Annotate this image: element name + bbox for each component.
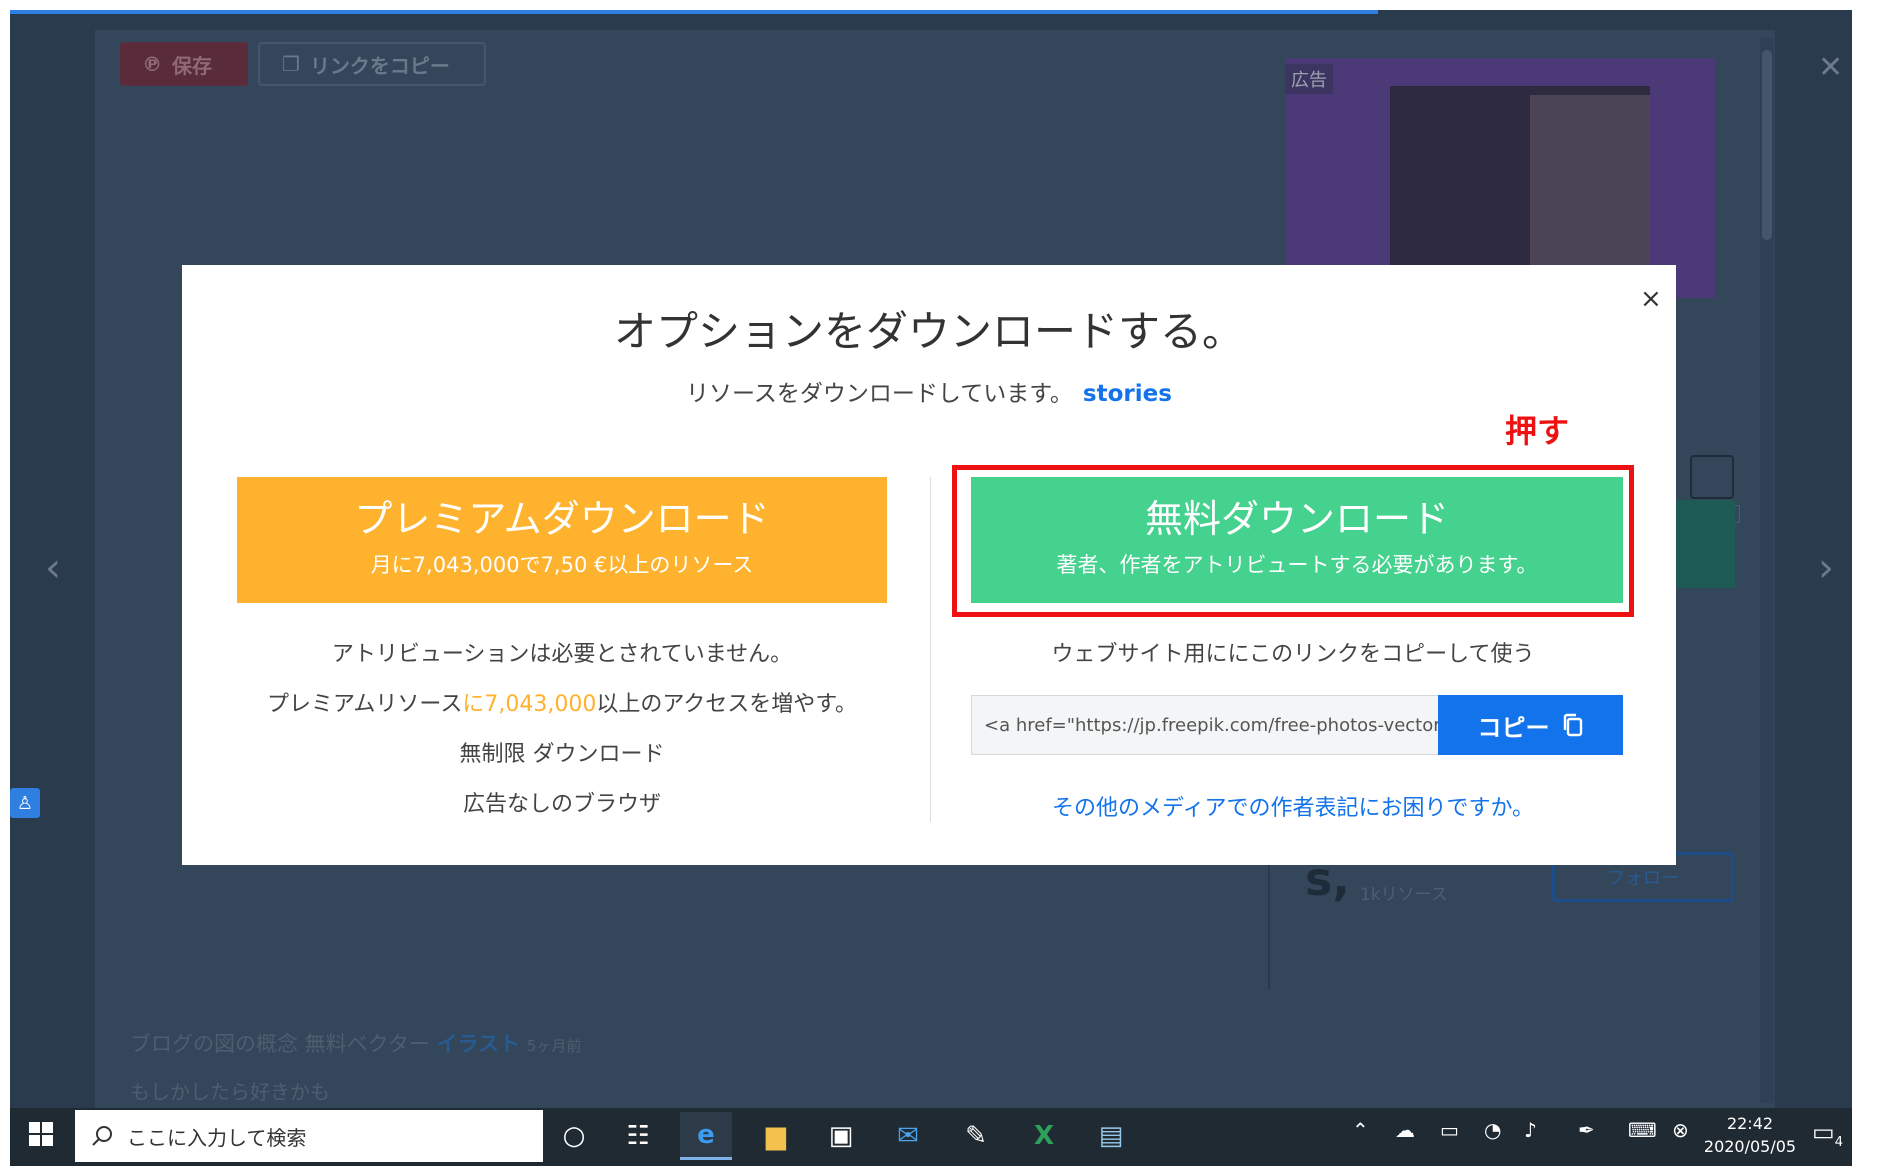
copy-link-note: ウェブサイト用ににこのリンクをコピーして使う	[1051, 642, 1535, 667]
copy-button[interactable]: コピー	[1438, 695, 1623, 755]
annotation-highlight-frame	[952, 465, 1634, 617]
notification-center-icon[interactable]: ▭4	[1812, 1118, 1843, 1150]
windows-logo-icon	[29, 1122, 53, 1146]
clock-date: 2020/05/05	[1703, 1137, 1797, 1156]
premium-download-button[interactable]: プレミアムダウンロード 月に7,043,000で7,50 €以上のリソース	[237, 477, 887, 603]
file-explorer-icon[interactable]: ▆	[750, 1112, 802, 1160]
wifi-icon[interactable]: ◔	[1484, 1118, 1501, 1142]
volume-icon[interactable]: ♪	[1524, 1118, 1537, 1142]
resource-caption: ブログの図の概念 無料ベクター イラスト 5ヶ月前	[130, 1032, 582, 1056]
copy-icon: ❐	[282, 52, 300, 76]
notepad-icon[interactable]: ▤	[1085, 1112, 1137, 1160]
cortana-icon[interactable]: ○	[548, 1112, 600, 1160]
scrollbar-thumb[interactable]	[1762, 50, 1772, 240]
premium-download-subtitle: 月に7,043,000で7,50 €以上のリソース	[370, 553, 754, 577]
loading-progress-bar	[10, 10, 1378, 14]
user-icon[interactable]: ♙	[10, 788, 40, 818]
windows-start-button[interactable]	[10, 1108, 72, 1160]
store-icon[interactable]: ▣	[815, 1112, 867, 1160]
pen-icon[interactable]: ✒	[1578, 1118, 1595, 1142]
search-placeholder: ここに入力して検索	[127, 1125, 307, 1150]
ad-label: 広告	[1285, 64, 1333, 94]
paint-icon[interactable]: ✎	[950, 1112, 1002, 1160]
next-arrow-icon: ›	[1818, 545, 1834, 591]
mail-icon[interactable]: ✉	[882, 1112, 934, 1160]
taskbar-clock[interactable]: 22:42 2020/05/05	[1690, 1112, 1810, 1158]
pinterest-icon: ℗	[142, 52, 162, 76]
attribution-link-field[interactable]: <a href="https://jp.freepik.com/free-pho…	[971, 695, 1439, 755]
keyboard-icon[interactable]: ⌨	[1628, 1118, 1657, 1142]
prev-arrow-icon: ‹	[45, 545, 61, 591]
modal-title: オプションをダウンロードする。	[613, 307, 1244, 356]
excel-icon[interactable]: X	[1018, 1112, 1070, 1160]
premium-feature: 広告なしのブラウザ	[462, 792, 661, 817]
tray-expand-icon[interactable]: ⌃	[1352, 1118, 1369, 1142]
bg-close-icon: ✕	[1818, 50, 1844, 85]
premium-feature: アトリビューションは必要とされていません。	[331, 642, 793, 667]
onedrive-icon[interactable]: ☁	[1395, 1118, 1415, 1142]
modal-subtitle: リソースをダウンロードしています。 stories	[686, 381, 1172, 407]
copy-icon	[1563, 713, 1582, 737]
premium-feature: 無制限 ダウンロード	[459, 742, 665, 767]
search-icon	[92, 1126, 112, 1146]
edge-browser-icon[interactable]: e	[680, 1112, 732, 1160]
other-media-attribution-link[interactable]: その他のメディアでの作者表記にお困りですか。	[952, 790, 1634, 822]
premium-download-title: プレミアムダウンロード	[354, 497, 770, 541]
bg-save-button: ℗ 保存	[120, 42, 248, 86]
stories-link[interactable]: stories	[1083, 381, 1172, 407]
related-heading: もしかしたら好きかも	[130, 1080, 330, 1104]
taskbar-search-box[interactable]: ここに入力して検索	[75, 1110, 543, 1162]
clock-time: 22:42	[1726, 1114, 1774, 1133]
annotation-label: 押す	[1505, 412, 1570, 450]
column-divider	[930, 477, 931, 822]
close-circle-icon[interactable]: ⊗	[1672, 1118, 1689, 1142]
notification-count: 4	[1834, 1134, 1843, 1150]
comment-icon	[1690, 455, 1734, 499]
task-view-icon[interactable]: ☷	[612, 1112, 664, 1160]
author-resources: 1kリソース	[1360, 885, 1448, 905]
battery-icon[interactable]: ▭	[1440, 1118, 1459, 1142]
bg-copy-link-button: ❐ リンクをコピー	[258, 42, 486, 86]
premium-feature: プレミアムリソースに7,043,000以上のアクセスを増やす。	[266, 692, 858, 717]
